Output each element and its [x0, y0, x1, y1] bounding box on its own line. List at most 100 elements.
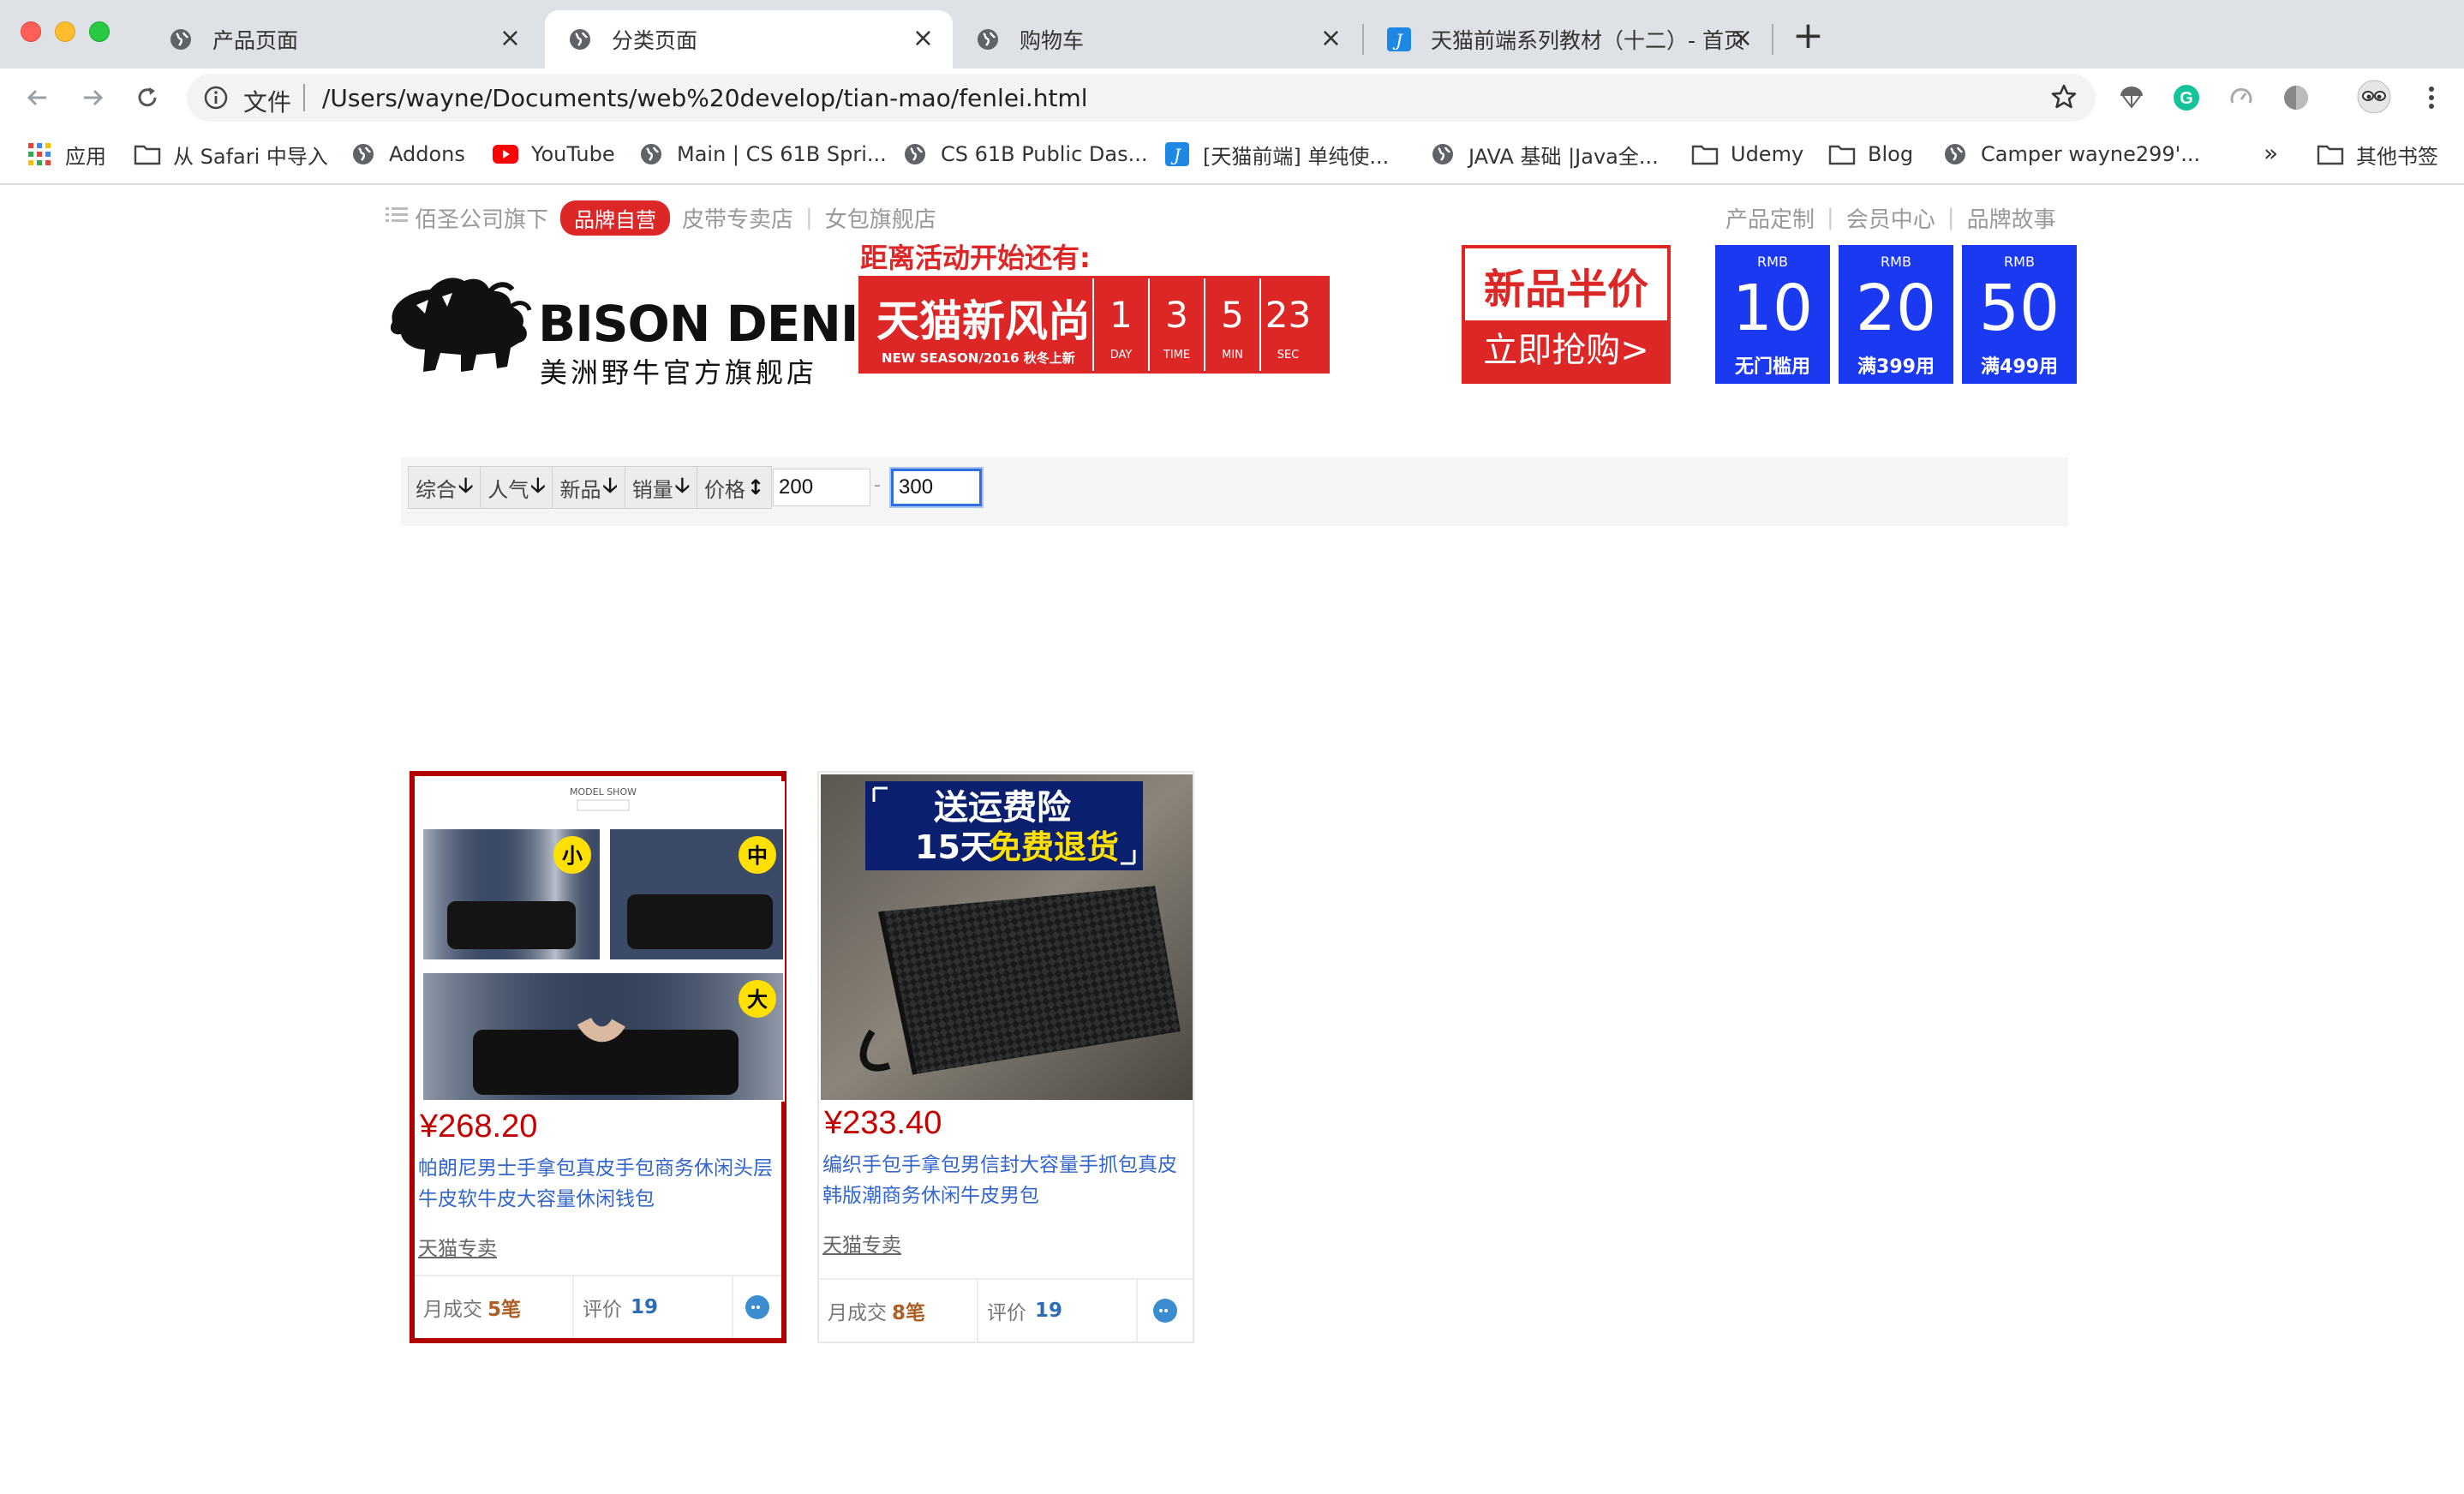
promo-buy-now[interactable]: 立即抢购> — [1465, 320, 1667, 380]
countdown-brand-sub: NEW SEASON/2016 秋冬上新 — [882, 350, 1075, 366]
tab-cart-page[interactable]: 购物车 × — [953, 10, 1361, 69]
nav-link-member-center[interactable]: 会员中心 — [1846, 202, 1935, 234]
product-image[interactable]: MODEL SHOW 小 中 大 — [422, 781, 785, 1102]
shop-link[interactable]: 天猫专卖 — [822, 1228, 901, 1258]
forward-arrow-icon — [84, 89, 104, 106]
folder-icon — [2317, 140, 2344, 168]
product-title-link[interactable]: 编织手包手拿包男信封大容量手抓包真皮韩版潮商务休闲牛皮男包 — [822, 1150, 1191, 1211]
size-badge-large: 大 — [747, 988, 768, 1012]
parachute-extension-icon[interactable] — [2116, 82, 2147, 113]
youtube-icon — [492, 140, 519, 168]
top-nav-left: 佰圣公司旗下 品牌自营 皮带专卖店 | 女包旗舰店 — [386, 200, 936, 236]
price-max-input[interactable] — [891, 469, 982, 506]
new-arrivals-half-price-banner[interactable]: 新品半价 立即抢购> — [1462, 245, 1671, 384]
chat-bubble-icon — [1153, 1299, 1177, 1323]
logo-name: BISON DENIM — [538, 295, 907, 353]
sales-value: 5笔 — [487, 1299, 522, 1321]
address-bar[interactable]: 文件 /Users/wayne/Documents/web%20develop/… — [187, 74, 2096, 122]
countdown-sec: 23 SEC — [1259, 278, 1315, 371]
coupon-50[interactable]: RMB 50 满499用 — [1962, 245, 2077, 384]
bookmark-youtube[interactable]: YouTube — [492, 139, 615, 170]
coupon-currency: RMB — [2004, 254, 2035, 270]
sort-new[interactable]: 新品 🡣 — [553, 467, 625, 508]
forward-button[interactable] — [72, 77, 113, 118]
product-card[interactable]: MODEL SHOW 小 中 大 ¥268.20 帕朗尼男士手拿包真皮手包商务休… — [410, 771, 786, 1343]
nav-link-belt-store[interactable]: 皮带专卖店 — [682, 202, 793, 234]
banner-line1: 送运费险 — [934, 788, 1072, 828]
profile-avatar[interactable] — [2356, 79, 2392, 115]
tab-close-icon[interactable]: × — [912, 26, 934, 51]
coupon-20[interactable]: RMB 20 满399用 — [1839, 245, 1953, 384]
shop-link[interactable]: 天猫专卖 — [418, 1232, 497, 1261]
speed-extension-icon[interactable] — [2226, 82, 2257, 113]
product-title-link[interactable]: 帕朗尼男士手拿包真皮手包商务休闲头层牛皮软牛皮大容量休闲钱包 — [418, 1153, 786, 1215]
grammarly-extension-icon[interactable]: G — [2171, 82, 2202, 113]
more-menu-icon[interactable] — [2416, 82, 2447, 113]
bookmark-udemy[interactable]: Udemy — [1691, 139, 1803, 170]
back-button[interactable] — [17, 77, 58, 118]
tab-product-page[interactable]: 产品页面 × — [146, 10, 540, 69]
sort-comprehensive[interactable]: 综合 🡣 — [409, 467, 481, 508]
bookmark-cs61b-main[interactable]: Main | CS 61B Spri... — [637, 139, 887, 170]
tab-tmall-tutorial[interactable]: J 天猫前端系列教材（十二）- 首页 × — [1364, 10, 1772, 69]
product-card[interactable]: 送运费险 15天 免费退货 ¥233.40 编织手包手拿包男信封大容量手抓包真皮… — [817, 771, 1194, 1343]
bookmark-other[interactable]: 其他书签 — [2317, 139, 2438, 170]
bookmark-java-basics[interactable]: JAVA 基础 |Java全... — [1429, 139, 1659, 170]
countdown-unit: SEC — [1277, 349, 1300, 362]
sort-price[interactable]: 价格 ↕ — [697, 467, 771, 508]
reload-icon — [138, 87, 157, 107]
review-value: 19 — [631, 1296, 659, 1318]
tab-close-icon[interactable]: × — [1731, 26, 1753, 51]
window-zoom-button[interactable] — [89, 21, 110, 42]
bookmark-label: 从 Safari 中导入 — [173, 144, 328, 169]
chat-button[interactable] — [1138, 1280, 1193, 1342]
bookmark-import-safari[interactable]: 从 Safari 中导入 — [134, 139, 328, 170]
globe-icon — [901, 140, 929, 168]
svg-text:G: G — [2180, 89, 2193, 108]
j-site-icon: J — [1163, 140, 1191, 168]
review-count[interactable]: 评价 19 — [574, 1276, 733, 1338]
nav-link-custom-products[interactable]: 产品定制 — [1725, 202, 1815, 234]
window-close-button[interactable] — [21, 21, 41, 42]
sort-sales[interactable]: 销量 🡣 — [625, 467, 697, 508]
info-icon[interactable] — [202, 84, 230, 115]
folder-icon — [134, 140, 161, 168]
arrow-down-icon: 🡣 — [602, 472, 618, 497]
coupon-10[interactable]: RMB 10 无门槛用 — [1715, 245, 1830, 384]
bookmark-label: 其他书签 — [2356, 144, 2438, 169]
chat-button[interactable] — [733, 1276, 781, 1338]
coupon-condition: 满399用 — [1857, 356, 1935, 378]
bookmark-camper[interactable]: Camper wayne299'... — [1941, 139, 2200, 170]
bookmark-addons[interactable]: Addons — [350, 139, 465, 170]
sort-label: 价格 — [703, 477, 745, 502]
shield-extension-icon[interactable] — [2281, 82, 2311, 113]
nav-link-brand-story[interactable]: 品牌故事 — [1967, 202, 2056, 234]
url-text[interactable]: /Users/wayne/Documents/web%20develop/tia… — [322, 84, 1088, 112]
bookmark-cs61b-dashboard[interactable]: CS 61B Public Das... — [901, 139, 1148, 170]
nav-link-women-bag-store[interactable]: 女包旗舰店 — [825, 202, 936, 234]
sort-popularity[interactable]: 人气 🡣 — [481, 467, 553, 508]
tab-close-icon[interactable]: × — [1320, 26, 1342, 51]
bookmark-star-icon[interactable] — [2049, 82, 2078, 115]
brand-self-operated-badge[interactable]: 品牌自营 — [560, 200, 671, 236]
window-minimize-button[interactable] — [55, 21, 75, 42]
bookmark-apps[interactable]: 应用 — [26, 139, 106, 170]
bookmark-blog[interactable]: Blog — [1828, 139, 1913, 170]
bookmark-label: YouTube — [531, 142, 615, 166]
globe-icon — [1941, 140, 1969, 168]
store-logo[interactable]: BISON DENIM 美洲野牛官方旗舰店 — [382, 264, 907, 389]
bookmark-label: Camper wayne299'... — [1981, 142, 2201, 166]
bookmarks-overflow-button[interactable]: » — [2264, 139, 2278, 167]
review-count[interactable]: 评价 19 — [978, 1280, 1138, 1342]
bookmark-label: JAVA 基础 |Java全... — [1468, 144, 1659, 169]
tab-close-icon[interactable]: × — [499, 26, 521, 51]
price-min-input[interactable] — [773, 469, 870, 506]
coupon-amount: 10 — [1731, 272, 1814, 345]
new-tab-button[interactable]: + — [1792, 17, 1824, 55]
product-image[interactable]: 送运费险 15天 免费退货 — [821, 774, 1193, 1100]
tab-category-page[interactable]: 分类页面 × — [545, 10, 953, 69]
bookmark-label: 应用 — [65, 144, 106, 169]
bookmark-tmall-frontend[interactable]: J [天猫前端] 单纯使... — [1163, 139, 1389, 170]
globe-icon — [168, 27, 194, 52]
reload-button[interactable] — [127, 77, 168, 118]
